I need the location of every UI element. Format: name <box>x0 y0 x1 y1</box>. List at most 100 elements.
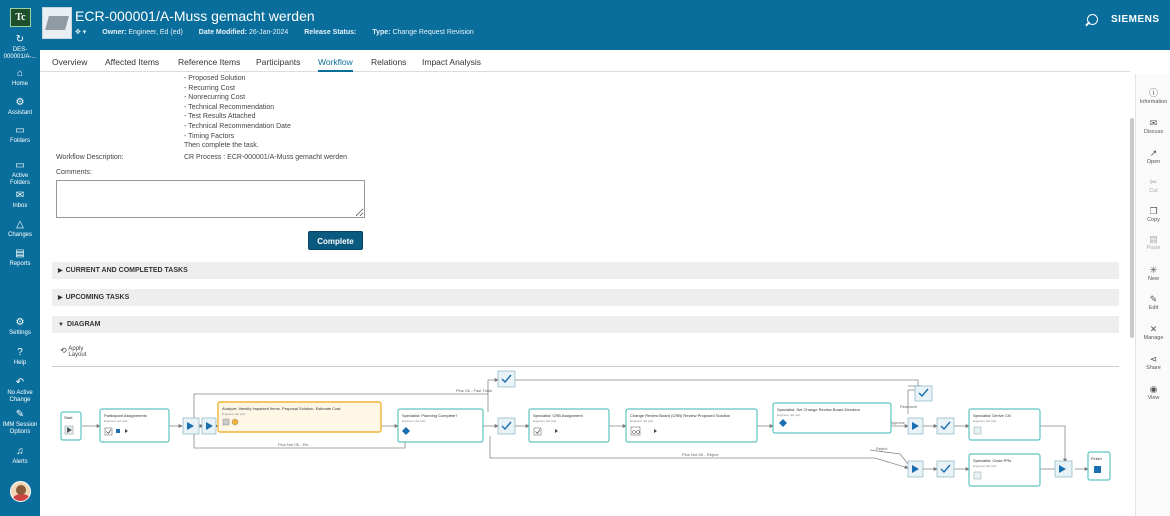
command-copy[interactable]: ❐ Copy <box>1136 206 1170 223</box>
section-current-tasks[interactable]: ▶ CURRENT AND COMPLETED TASKS <box>52 262 1119 279</box>
node-crb-label: Specialist: CRB Assignment <box>533 413 583 418</box>
content-scrollbar[interactable] <box>1130 118 1134 338</box>
tab-affected-items[interactable]: Affected Items <box>105 57 159 67</box>
teamcenter-logo[interactable]: Tc <box>10 8 31 27</box>
tab-bar: Overview Affected Items Reference Items … <box>40 50 1130 72</box>
gateway-3[interactable] <box>907 417 924 435</box>
folders-icon: ▭ <box>15 125 25 136</box>
tab-relations[interactable]: Relations <box>371 57 406 67</box>
tab-reference-items[interactable]: Reference Items <box>178 57 240 67</box>
nav-active-folders[interactable]: ▭ Active Folders <box>0 160 40 187</box>
comments-input[interactable] <box>56 180 365 218</box>
reports-icon: ▤ <box>15 248 25 259</box>
command-paste[interactable]: ▤ Paste <box>1136 234 1170 251</box>
nav-home-label: Home <box>11 81 28 87</box>
node-check-3[interactable] <box>936 460 955 478</box>
node-check-1[interactable] <box>497 417 516 435</box>
section-diagram[interactable]: ▼ DIAGRAM <box>52 316 1119 333</box>
node-crb-assignment[interactable]: Specialist: CRB Assignment Engineer, Ed … <box>528 408 610 443</box>
search-icon[interactable] <box>1087 14 1098 25</box>
nav-reports[interactable]: ▤ Reports <box>0 248 40 268</box>
date-modified-label: Date Modified: <box>198 29 248 36</box>
user-avatar[interactable] <box>10 481 31 502</box>
nav-help[interactable]: ? Help <box>0 347 40 367</box>
node-crb-decision[interactable]: Specialist: Set Change Review Board Deci… <box>772 402 892 434</box>
nav-inbox[interactable]: ✉ Inbox <box>0 190 40 210</box>
copy-icon: ❐ <box>1149 206 1158 216</box>
nav-alerts[interactable]: ♫ Alerts <box>0 446 40 466</box>
node-research-check[interactable] <box>914 385 933 402</box>
node-participant-label: Participant Assignments <box>104 413 147 418</box>
edge-label-plus-not-ok-reject: Plus Not Ok - Reject <box>682 452 719 457</box>
node-start-label: Start <box>64 415 73 420</box>
node-check-2[interactable] <box>936 417 955 435</box>
command-cut[interactable]: ✂ Cut <box>1136 177 1170 194</box>
nav-folders[interactable]: ▭ Folders <box>0 125 40 145</box>
node-analyze-label: Analyze: Identify Impacted Items, Propos… <box>222 406 341 411</box>
node-derive-cn[interactable]: Specialist: Derive CN Engineer, Ed (ed) <box>968 408 1041 441</box>
nav-changes[interactable]: △ Changes <box>0 219 40 239</box>
node-planning-label: Specialist: Planning Complete? <box>402 413 458 418</box>
node-finish[interactable]: Finish <box>1087 451 1111 481</box>
nav-home[interactable]: ⌂ Home <box>0 68 40 88</box>
node-crb-sub: Engineer, Ed (ed) <box>533 419 556 423</box>
gateway-2[interactable] <box>201 417 217 435</box>
command-manage[interactable]: ✕ Manage <box>1136 324 1170 341</box>
gateway-1[interactable] <box>182 417 200 435</box>
paste-icon: ▤ <box>1149 234 1158 244</box>
command-share[interactable]: ⋖ Share <box>1136 354 1170 371</box>
type-label: Type: <box>372 29 391 36</box>
node-planning[interactable]: Specialist: Planning Complete? Engineer,… <box>397 408 484 443</box>
type-value: Change Request Revision <box>392 29 474 36</box>
nav-assistant-label: Assistant <box>7 110 33 116</box>
object-thumbnail <box>42 7 72 39</box>
inbox-icon: ✉ <box>15 190 25 201</box>
owner-value: Engineer, Ed (ed) <box>128 29 183 36</box>
changes-icon: △ <box>16 219 24 230</box>
settings-icon: ⚙ <box>15 317 25 328</box>
expand-arrow-icon: ▶ <box>58 268 63 274</box>
node-decision-label: Specialist: Set Change Review Board Deci… <box>777 407 860 412</box>
header-meta: ✥ ▾ Owner: Engineer, Ed (ed) Date Modifi… <box>75 28 474 36</box>
nav-no-active-change[interactable]: ↶ No Active Change <box>0 377 40 404</box>
nav-assistant[interactable]: ⚙ Assistant <box>0 97 40 117</box>
gateway-4[interactable] <box>907 460 924 478</box>
node-crb-review[interactable]: Change Review Board (CRB) Review Propose… <box>625 408 758 443</box>
node-close-sub: Engineer, Ed (ed) <box>973 464 996 468</box>
tab-workflow[interactable]: Workflow <box>318 57 353 72</box>
change-icon: ✥ ▾ <box>75 29 87 36</box>
node-decision-sub: Engineer, Ed (ed) <box>777 413 800 417</box>
left-navigation: Tc ↻ DES- 000001/A-... ⌂ Home ⚙ Assistant ▭ Fol… <box>0 0 40 516</box>
nav-des[interactable]: ↻ DES- 000001/A-... <box>0 34 40 61</box>
node-start[interactable]: Start <box>60 411 82 441</box>
tab-participants[interactable]: Participants <box>256 57 300 67</box>
command-open[interactable]: ↗ Open <box>1136 148 1170 165</box>
node-derive-label: Specialist: Derive CN <box>973 413 1011 418</box>
apply-layout-button[interactable]: ⟲ Apply Layout <box>60 346 86 358</box>
tab-overview[interactable]: Overview <box>52 57 87 67</box>
node-participant-assignments[interactable]: Participant Assignments Engineer, Ed (ed… <box>99 408 170 443</box>
command-discuss[interactable]: ✉ Discuss <box>1136 118 1170 135</box>
active-folders-icon: ▭ <box>15 160 25 171</box>
tab-impact-analysis[interactable]: Impact Analysis <box>422 57 481 67</box>
node-fast-track-check[interactable] <box>497 370 516 388</box>
manage-icon: ✕ <box>1149 324 1158 334</box>
command-new[interactable]: ✳ New <box>1136 265 1170 282</box>
edit-icon: ✎ <box>1149 294 1158 304</box>
edge-label-research: Research <box>900 404 917 409</box>
command-view[interactable]: ◉ View <box>1136 384 1170 401</box>
section-upcoming-tasks[interactable]: ▶ UPCOMING TASKS <box>52 289 1119 306</box>
node-close-prs[interactable]: Specialist: Close PRs Engineer, Ed (ed) <box>968 453 1041 487</box>
nav-imm-session[interactable]: ✎ IMM Session Options <box>0 409 40 436</box>
nav-no-active-change-label: No Active Change <box>7 390 33 403</box>
gateway-5[interactable] <box>1054 460 1073 478</box>
command-edit[interactable]: ✎ Edit <box>1136 294 1170 311</box>
nav-settings[interactable]: ⚙ Settings <box>0 317 40 337</box>
node-analyze[interactable]: Analyze: Identify Impacted Items, Propos… <box>217 401 382 433</box>
nav-folders-label: Folders <box>9 138 30 144</box>
complete-button[interactable]: Complete <box>308 231 363 250</box>
command-information[interactable]: ⓘ Information <box>1136 88 1170 105</box>
new-icon: ✳ <box>1149 265 1158 275</box>
release-status-label: Release Status: <box>304 29 357 36</box>
nav-changes-label: Changes <box>7 232 33 238</box>
